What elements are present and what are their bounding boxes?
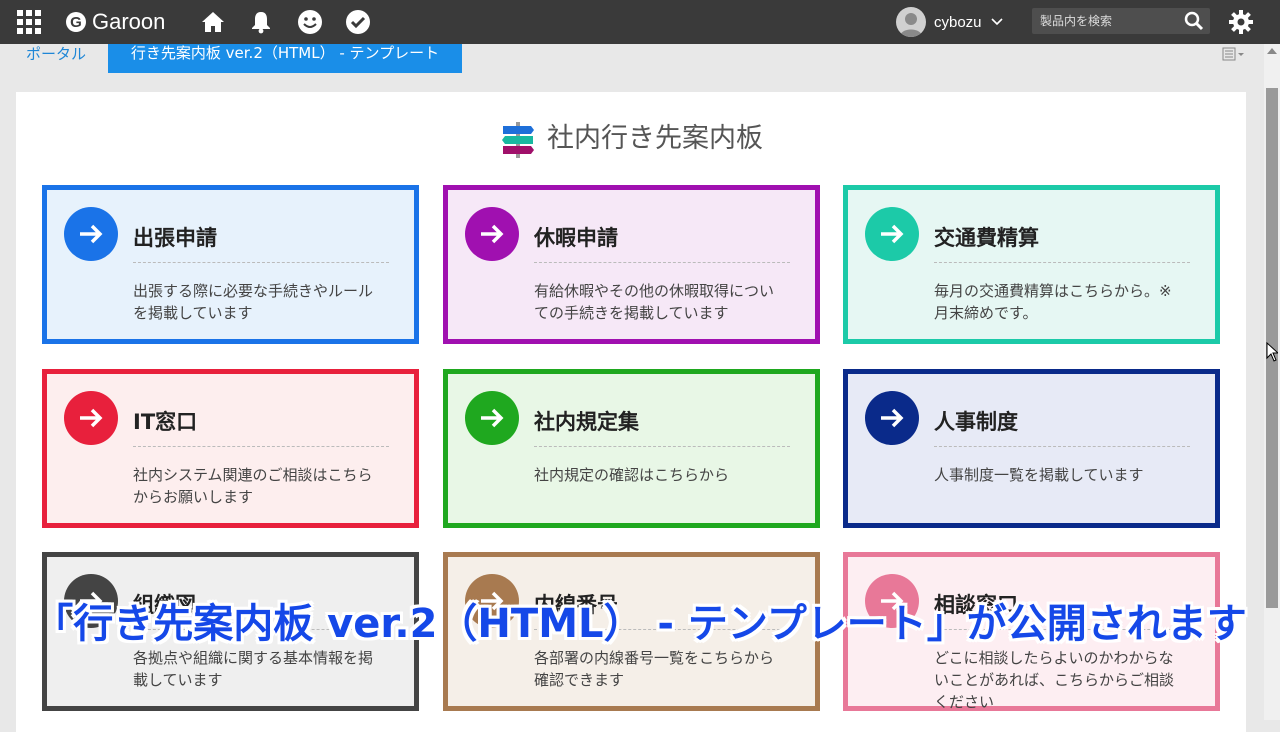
card-business-trip[interactable]: 出張申請 出張する際に必要な手続きやルールを掲載しています — [42, 185, 419, 344]
divider — [133, 446, 389, 447]
page-title-text: 社内行き先案内板 — [547, 123, 763, 154]
user-name: cybozu — [934, 13, 982, 31]
settings-button[interactable] — [1224, 0, 1258, 44]
home-icon — [202, 12, 224, 32]
card-description: 人事制度一覧を掲載しています — [934, 466, 1144, 484]
gear-icon — [1229, 10, 1253, 34]
check-circle-icon — [346, 10, 370, 34]
logo-mark: G — [66, 12, 86, 32]
favorites-button[interactable] — [341, 0, 375, 44]
card-it-desk[interactable]: IT窓口 社内システム関連のご相談はこちらからお願いします — [42, 369, 419, 528]
bell-icon — [252, 12, 270, 34]
chevron-down-icon — [990, 18, 1003, 26]
card-hr-system[interactable]: 人事制度 人事制度一覧を掲載しています — [843, 369, 1220, 528]
arrow-right-icon — [881, 408, 904, 428]
search-icon — [1184, 11, 1204, 31]
notifications-button[interactable] — [244, 0, 278, 44]
search-button[interactable] — [1182, 10, 1206, 32]
arrow-right-icon — [80, 408, 103, 428]
mouse-cursor-icon — [1266, 342, 1278, 362]
arrow-right-icon — [481, 224, 504, 244]
card-title: 社内規定集 — [534, 410, 639, 434]
smiley-icon — [298, 10, 322, 34]
card-transportation[interactable]: 交通費精算 毎月の交通費精算はこちらから。※月末締めです。 — [843, 185, 1220, 344]
card-title: IT窓口 — [133, 410, 198, 434]
card-regulations[interactable]: 社内規定集 社内規定の確認はこちらから — [443, 369, 820, 528]
card-arrow-button[interactable] — [865, 391, 919, 445]
card-description: どこに相談したらよいのかわからないことがあれば、こちらからご相談ください — [934, 649, 1175, 711]
divider — [934, 262, 1190, 263]
card-arrow-button[interactable] — [465, 207, 519, 261]
divider — [934, 446, 1190, 447]
portal-tabs: ポータル 行き先案内板 ver.2（HTML） - テンプレート — [0, 44, 1264, 74]
search-box — [1032, 8, 1210, 34]
card-arrow-button[interactable] — [64, 207, 118, 261]
logo-text: Garoon — [92, 9, 166, 34]
card-title: 休暇申請 — [534, 226, 618, 250]
app-menu-button[interactable] — [12, 0, 46, 44]
card-description: 社内規定の確認はこちらから — [534, 466, 730, 484]
card-arrow-button[interactable] — [64, 391, 118, 445]
divider — [534, 262, 790, 263]
card-arrow-button[interactable] — [865, 207, 919, 261]
user-menu[interactable]: cybozu — [896, 0, 1008, 44]
card-description: 毎月の交通費精算はこちらから。※月末締めです。 — [934, 282, 1172, 322]
video-caption: 「行き先案内板 ver.2（HTML） - テンプレート」が公開されます — [33, 601, 1247, 647]
card-description: 出張する際に必要な手続きやルールを掲載しています — [133, 282, 374, 322]
card-description: 各拠点や組織に関する基本情報を掲載しています — [133, 649, 374, 689]
avatar — [896, 7, 926, 37]
top-bar: G Garoon cybozu — [0, 0, 1280, 44]
card-title: 人事制度 — [934, 410, 1018, 434]
tab-portal[interactable]: ポータル — [26, 44, 86, 64]
card-title: 交通費精算 — [934, 226, 1039, 250]
home-button[interactable] — [196, 0, 230, 44]
divider — [534, 446, 790, 447]
card-arrow-button[interactable] — [465, 391, 519, 445]
arrow-right-icon — [881, 224, 904, 244]
search-input[interactable] — [1032, 8, 1180, 34]
card-description: 各部署の内線番号一覧をこちらから確認できます — [534, 649, 775, 689]
card-leave-request[interactable]: 休暇申請 有給休暇やその他の休暇取得についての手続きを掲載しています — [443, 185, 820, 344]
card-title: 出張申請 — [133, 226, 217, 250]
user-silhouette-icon — [900, 13, 922, 37]
tab-signboard-template[interactable]: 行き先案内板 ver.2（HTML） - テンプレート — [108, 44, 462, 73]
tab-options-button[interactable] — [1222, 46, 1246, 62]
scroll-up-arrow-icon[interactable] — [1267, 48, 1277, 54]
app-grid-icon — [17, 10, 41, 34]
signpost-icon — [502, 122, 534, 158]
presence-button[interactable] — [293, 0, 327, 44]
garoon-logo[interactable]: G Garoon — [66, 0, 186, 44]
arrow-right-icon — [80, 224, 103, 244]
page-title: 社内行き先案内板 — [0, 120, 1264, 158]
card-description: 社内システム関連のご相談はこちらからお願いします — [133, 466, 373, 506]
arrow-right-icon — [481, 408, 504, 428]
list-menu-icon — [1222, 47, 1244, 61]
divider — [133, 262, 389, 263]
card-description: 有給休暇やその他の休暇取得についての手続きを掲載しています — [534, 282, 775, 322]
